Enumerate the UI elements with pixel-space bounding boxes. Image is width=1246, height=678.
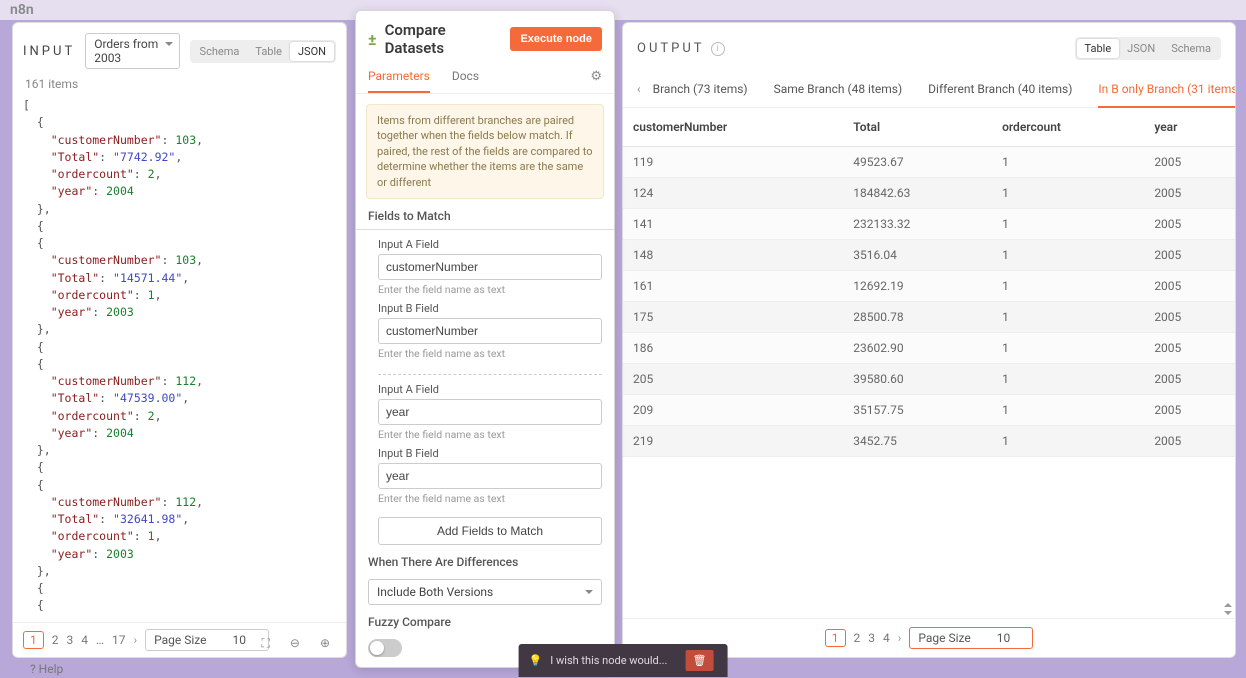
zoom-in-icon[interactable]: ⊕ [320, 636, 330, 651]
input-b-label: Input B Field [378, 447, 602, 460]
mode-tab-json[interactable]: JSON [1119, 39, 1163, 58]
page-3[interactable]: 3 [868, 631, 875, 645]
input-a-label: Input A Field [378, 238, 602, 251]
input-pager: 1234 … 17 [23, 631, 126, 649]
diff-label: When There Are Differences [356, 555, 614, 575]
input-b-field[interactable] [378, 463, 602, 489]
table-row[interactable]: 16112692.1912005 [623, 271, 1235, 302]
pager-next-icon[interactable]: › [134, 633, 138, 647]
output-pager: 1234 [825, 629, 890, 647]
input-b-label: Input B Field [378, 302, 602, 315]
page-4[interactable]: 4 [81, 633, 88, 647]
input-page-size[interactable]: Page Size 10 [145, 629, 269, 651]
output-panel: OUTPUT i TableJSONSchema ‹ Branch (73 it… [622, 22, 1236, 658]
json-body: [ { "customerNumber": 103, "Total": "774… [13, 91, 346, 615]
tab-docs[interactable]: Docs [452, 61, 479, 93]
mode-tab-table[interactable]: Table [247, 42, 290, 61]
expand-icon[interactable]: ⛶ [261, 636, 269, 651]
table-row[interactable]: 141232133.3212005 [623, 209, 1235, 240]
branch-tab[interactable]: Same Branch (48 items) [774, 76, 903, 107]
node-plus-icon: ± [368, 30, 377, 49]
output-mode-tabs: TableJSONSchema [1075, 37, 1221, 60]
input-node-select[interactable]: Orders from 2003 [85, 33, 179, 69]
page-1[interactable]: 1 [825, 629, 846, 647]
zoom-out-icon[interactable]: ⊖ [290, 636, 300, 651]
input-b-field[interactable] [378, 318, 602, 344]
info-box: Items from different branches are paired… [366, 104, 604, 199]
table-row[interactable]: 2193452.7512005 [623, 426, 1235, 457]
col-ordercount: ordercount [992, 108, 1144, 147]
field-hint: Enter the field name as text [378, 428, 602, 441]
fuzzy-toggle[interactable] [368, 639, 402, 657]
gear-icon[interactable]: ⚙ [590, 69, 602, 84]
col-Total: Total [843, 108, 992, 147]
output-title: OUTPUT [637, 41, 705, 56]
diff-select[interactable]: Include Both Versions [368, 579, 602, 605]
execute-button[interactable]: Execute node [510, 27, 602, 51]
table-row[interactable]: 17528500.7812005 [623, 302, 1235, 333]
info-icon[interactable]: i [711, 42, 725, 56]
fields-to-match-title: Fields to Match [356, 209, 614, 230]
help-link[interactable]: ? Help [30, 662, 63, 676]
page-…[interactable]: … [96, 633, 104, 647]
add-fields-button[interactable]: Add Fields to Match [378, 517, 602, 545]
field-hint: Enter the field name as text [378, 492, 602, 505]
page-3[interactable]: 3 [67, 633, 74, 647]
item-count: 161 items [13, 73, 346, 91]
tab-parameters[interactable]: Parameters [368, 61, 430, 93]
branch-tabs: ‹ Branch (73 items) Same Branch (48 items… [623, 66, 1235, 108]
mode-tab-table[interactable]: Table [1077, 39, 1120, 58]
input-a-field[interactable] [378, 399, 602, 425]
table-row[interactable]: 11949523.6712005 [623, 147, 1235, 178]
col-year: year [1144, 108, 1235, 147]
page-4[interactable]: 4 [883, 631, 890, 645]
field-hint: Enter the field name as text [378, 283, 602, 296]
field-hint: Enter the field name as text [378, 347, 602, 360]
table-row[interactable]: 20539580.6012005 [623, 364, 1235, 395]
out-pager-next-icon[interactable]: › [898, 631, 902, 645]
output-page-size[interactable]: Page Size 10 [909, 627, 1033, 649]
page-2[interactable]: 2 [854, 631, 861, 645]
output-table: customerNumberTotalordercountyear 119495… [623, 108, 1235, 457]
trash-icon[interactable]: 🗑 [685, 650, 713, 671]
mode-tab-schema[interactable]: Schema [192, 42, 248, 61]
page-17[interactable]: 17 [112, 633, 126, 647]
brand-logo: n8n [10, 2, 34, 18]
table-row[interactable]: 1483516.0412005 [623, 240, 1235, 271]
input-a-label: Input A Field [378, 383, 602, 396]
table-row[interactable]: 18623602.9012005 [623, 333, 1235, 364]
page-1[interactable]: 1 [23, 631, 44, 649]
input-a-field[interactable] [378, 254, 602, 280]
wish-bar[interactable]: 💡 I wish this node would...🗑 [519, 644, 728, 677]
node-settings-panel: ± Compare Datasets Execute node Paramete… [355, 10, 615, 668]
input-mode-tabs: SchemaTableJSON [190, 40, 336, 63]
table-row[interactable]: 124184842.6312005 [623, 178, 1235, 209]
page-2[interactable]: 2 [52, 633, 59, 647]
branch-tab[interactable]: Branch (73 items) [653, 76, 748, 107]
node-title: Compare Datasets [385, 21, 503, 57]
fuzzy-label: Fuzzy Compare [356, 615, 614, 635]
mode-tab-schema[interactable]: Schema [1163, 39, 1219, 58]
branch-tab[interactable]: Different Branch (40 items) [928, 76, 1072, 107]
mode-tab-json[interactable]: JSON [290, 42, 334, 61]
col-customerNumber: customerNumber [623, 108, 843, 147]
branch-tab[interactable]: In B only Branch (31 items) [1098, 76, 1236, 108]
branch-prev-icon[interactable]: ‹ [637, 76, 641, 107]
input-panel: INPUT Orders from 2003 SchemaTableJSON 1… [12, 22, 347, 658]
table-row[interactable]: 20935157.7512005 [623, 395, 1235, 426]
input-title: INPUT [23, 44, 75, 59]
